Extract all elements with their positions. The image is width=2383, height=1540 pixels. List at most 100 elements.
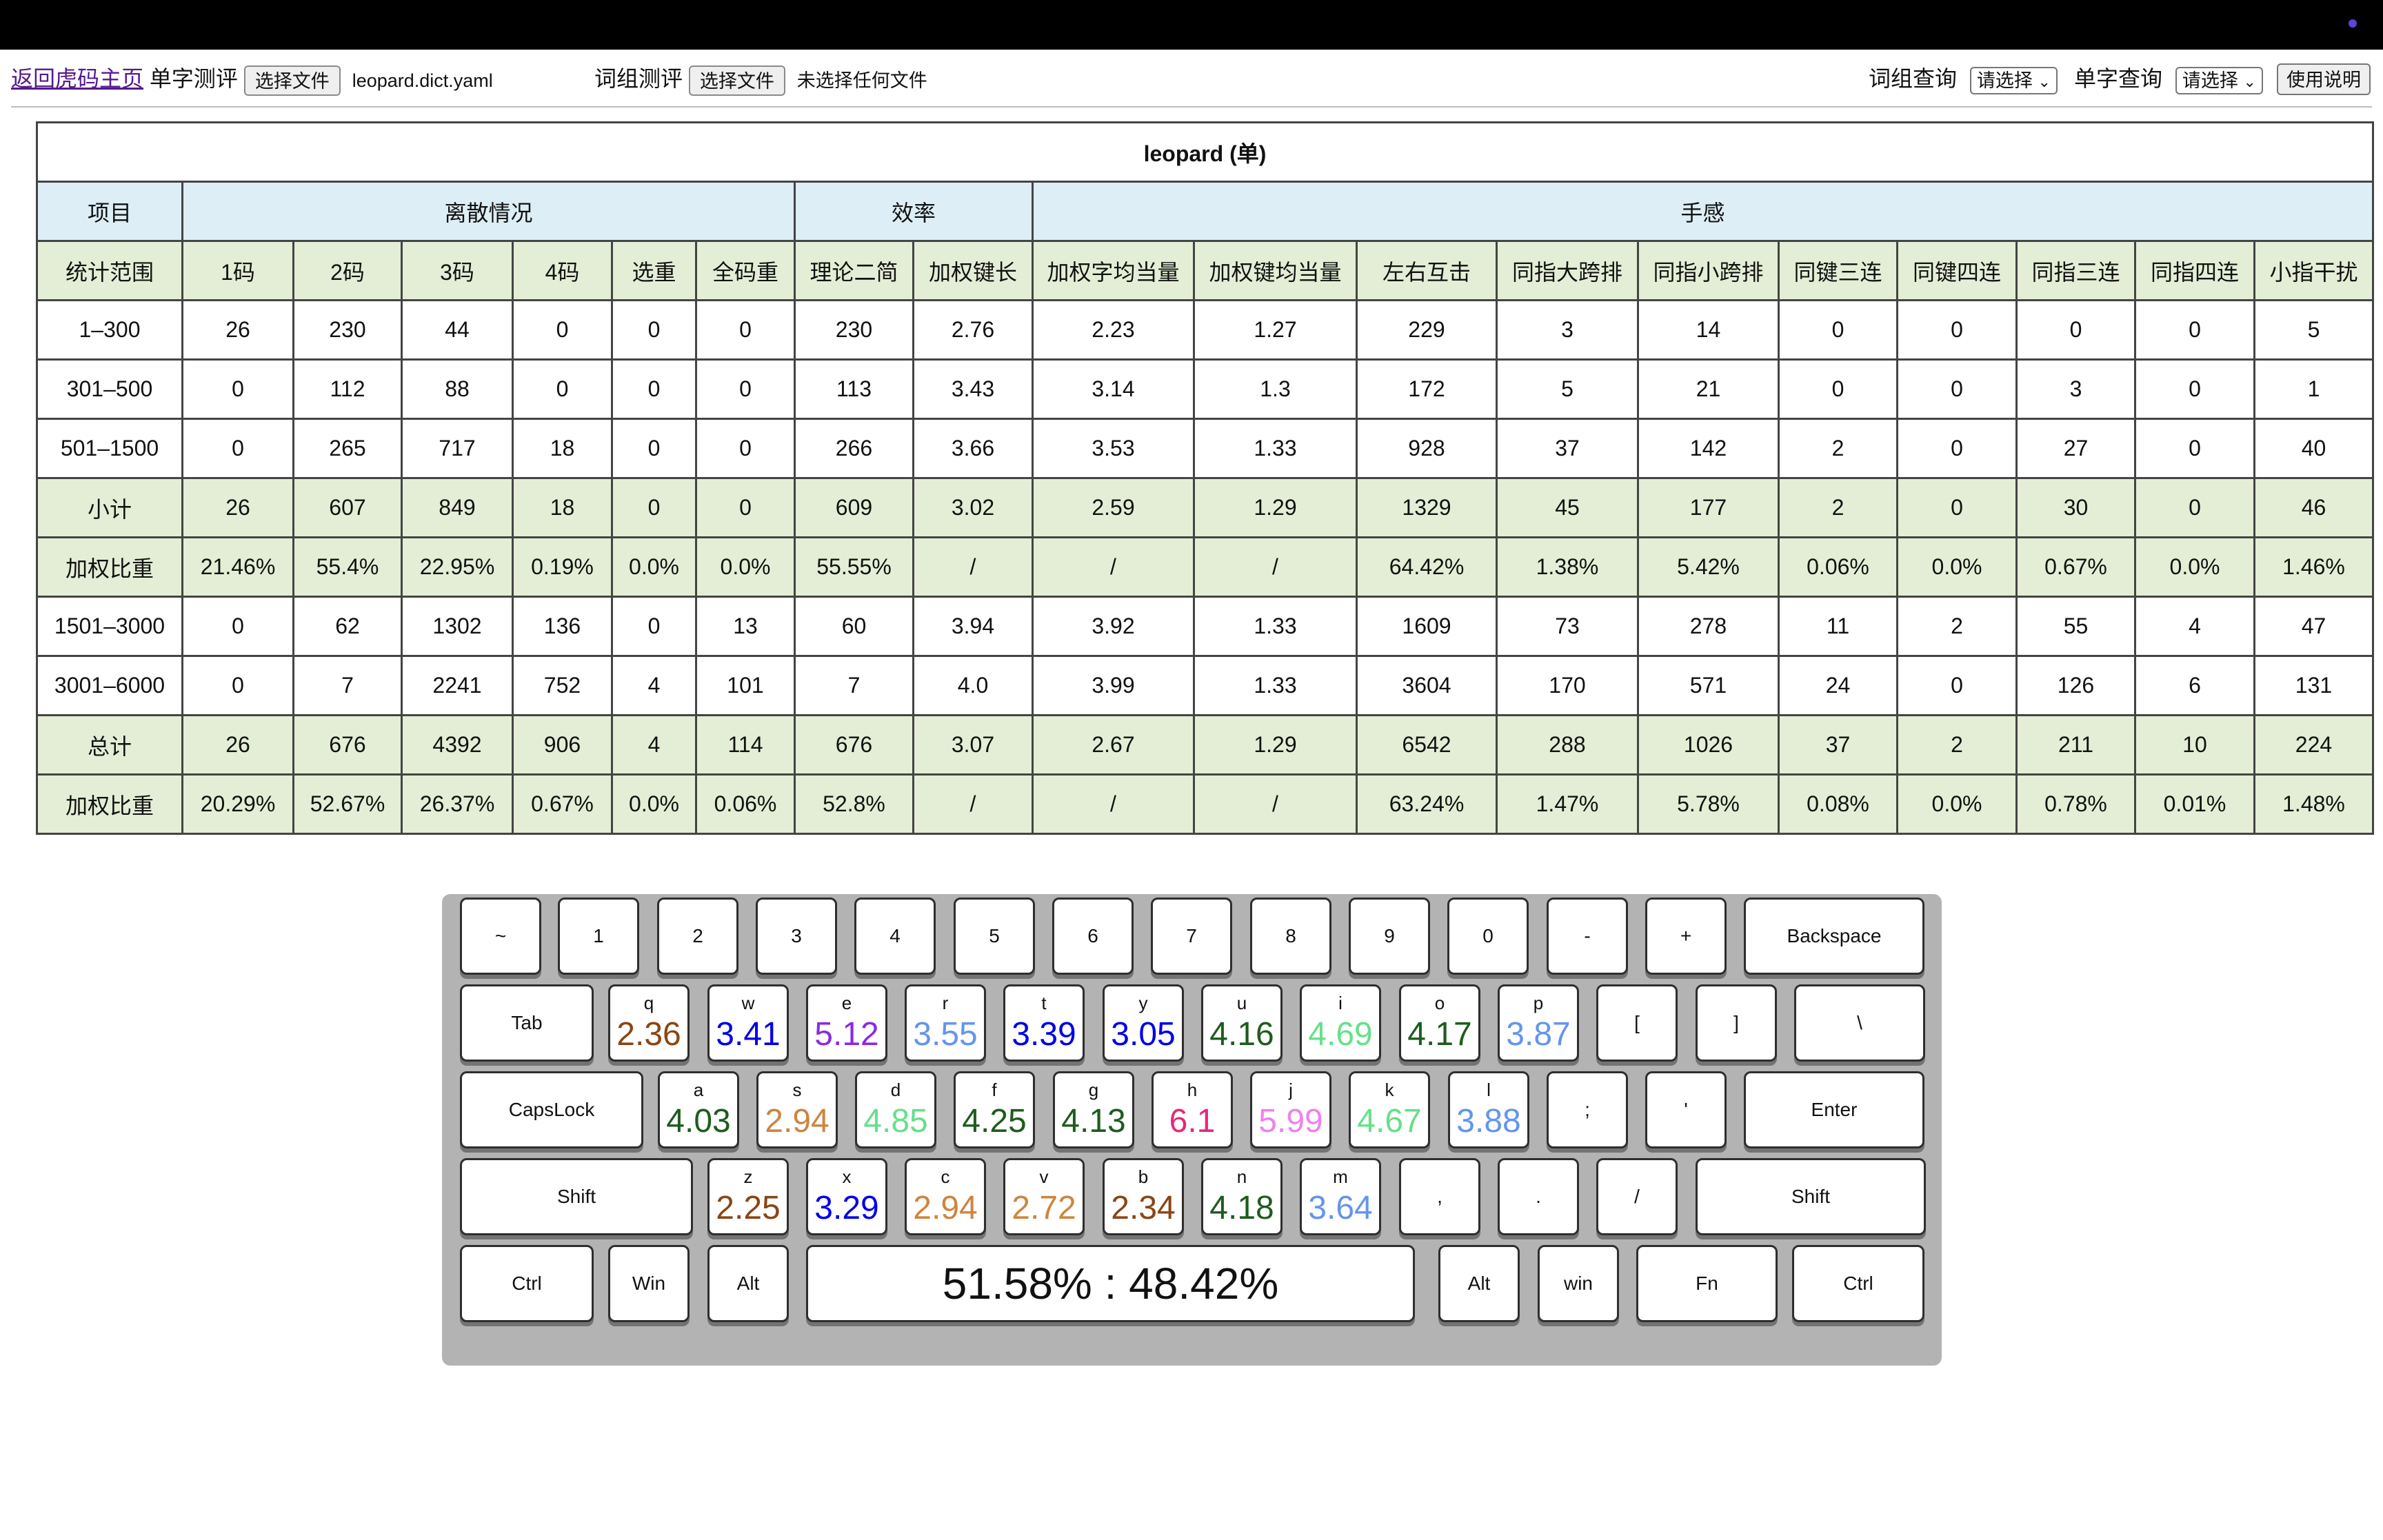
key-equivalent-value: 3.29 (814, 1190, 879, 1226)
column-header: 加权键长 (912, 240, 1034, 301)
key-label: Enter (1811, 1099, 1858, 1120)
key-equivalent-value: 2.94 (765, 1103, 829, 1139)
single-query-select[interactable]: 请选择 ⌄ (2175, 66, 2263, 94)
key-letter: w (741, 993, 755, 1013)
key-label: Fn (1696, 1273, 1718, 1294)
table-cell: 229 (1356, 299, 1498, 361)
single-choose-file-button[interactable]: 选择文件 (243, 65, 341, 96)
help-button[interactable]: 使用说明 (2277, 63, 2371, 95)
table-cell: 1026 (1637, 714, 1780, 776)
phrase-query-select[interactable]: 请选择 ⌄ (1969, 66, 2058, 94)
table-cell: 6 (2134, 655, 2255, 716)
table-cell: 1.33 (1193, 418, 1358, 479)
key-letter: p (1533, 993, 1544, 1013)
key-equivalent-value: 4.16 (1209, 1016, 1274, 1053)
key-label: Alt (736, 1273, 760, 1294)
stats-table: leopard (单) 项目 离散情况 效率 手感 统计范围 1码 2码 3码 4码 选重 全码重 理论… (36, 121, 2374, 835)
key-e: e 5.12 (806, 984, 887, 1062)
key-label-: \ (1794, 984, 1925, 1062)
table-cell: 3.02 (912, 477, 1034, 538)
key-label-: [ (1596, 984, 1678, 1062)
key-label: 3 (791, 925, 802, 946)
phrase-choose-file-button[interactable]: 选择文件 (688, 65, 785, 96)
key-space-hand-ratio: 51.58% : 48.42% (806, 1245, 1415, 1322)
table-cell: 265 (292, 418, 403, 479)
table-cell: 0 (611, 477, 697, 538)
table-cell: 3.07 (912, 714, 1034, 776)
table-cell: 7 (292, 655, 403, 716)
key-label-ctrl: Ctrl (460, 1245, 594, 1322)
row-label: 301–500 (36, 358, 183, 420)
key-label: Alt (1467, 1273, 1491, 1294)
key-letter: n (1236, 1166, 1247, 1187)
table-cell: 1.47% (1496, 773, 1639, 835)
key-label-enter: Enter (1744, 1071, 1924, 1148)
table-cell: 2 (1778, 477, 1898, 538)
back-home-link[interactable]: 返回虎码主页 (11, 66, 143, 91)
key-label: 5 (989, 925, 1000, 946)
key-q: q 2.36 (608, 984, 690, 1062)
key-equivalent-value: 3.05 (1111, 1016, 1176, 1053)
table-cell: 0 (512, 299, 613, 361)
key-letter: i (1338, 993, 1343, 1013)
table-cell: 266 (794, 418, 914, 479)
key-t: t 3.39 (1003, 984, 1085, 1062)
table-cell: 30 (2015, 477, 2136, 538)
table-cell: 4.0 (912, 655, 1034, 716)
table-row: 加权比重 21.46% 55.4% 22.95% 0.19% 0.0% 0.0% 55.55%… (36, 536, 2374, 598)
key-label-8: 8 (1250, 898, 1331, 975)
key-n: n 4.18 (1201, 1158, 1283, 1235)
key-label-9: 9 (1349, 898, 1430, 975)
table-cell: 0 (1896, 655, 2018, 716)
table-cell: 2 (1778, 418, 1898, 479)
key-letter: c (941, 1166, 950, 1187)
key-h: h 6.1 (1152, 1071, 1233, 1148)
table-title: leopard (单) (36, 121, 2374, 183)
key-equivalent-value: 6.1 (1169, 1103, 1216, 1139)
table-cell: 0.0% (1896, 773, 2018, 835)
table-cell: 0.0% (695, 536, 796, 598)
row-label: 1–300 (36, 299, 183, 361)
table-cell: 88 (401, 358, 514, 420)
table-cell: 2.23 (1032, 299, 1195, 361)
column-header: 同指四连 (2134, 240, 2255, 301)
table-cell: 2 (1896, 714, 2018, 776)
table-cell: 0 (695, 299, 796, 361)
group-header: 手感 (1032, 181, 2374, 242)
table-cell: 906 (512, 714, 613, 776)
key-equivalent-value: 3.87 (1506, 1016, 1571, 1053)
key-b: b 2.34 (1103, 1158, 1184, 1235)
table-cell: 44 (401, 299, 514, 361)
table-cell: 0.08% (1778, 773, 1898, 835)
table-cell: 0 (1896, 299, 2018, 361)
key-letter: f (992, 1080, 997, 1100)
browser-top-bar (0, 0, 2383, 50)
key-label: 2 (692, 925, 703, 946)
key-equivalent-value: 4.18 (1209, 1190, 1274, 1226)
table-row: 总计 26 676 4392 906 4 114 676 3.07 2.67 1.29 6542 288… (36, 714, 2374, 776)
column-header: 选重 (611, 240, 697, 301)
key-label-3: 3 (756, 898, 837, 975)
table-cell: 0 (181, 358, 294, 420)
phrase-file-name: 未选择任何文件 (796, 70, 927, 91)
table-cell: 288 (1496, 714, 1639, 776)
key-label: 7 (1186, 925, 1197, 946)
table-cell: 230 (794, 299, 914, 361)
key-label: Shift (556, 1186, 596, 1207)
table-cell: 2.59 (1032, 477, 1195, 538)
table-cell: 18 (512, 418, 613, 479)
key-label-1: 1 (558, 898, 639, 975)
column-header: 左右互击 (1356, 240, 1498, 301)
key-equivalent-value: 2.94 (913, 1190, 978, 1226)
key-letter: e (841, 993, 852, 1013)
table-cell: 211 (2015, 714, 2136, 776)
table-cell: 278 (1637, 596, 1780, 657)
key-letter: q (643, 993, 654, 1013)
table-cell: 717 (401, 418, 514, 479)
column-header: 小指干扰 (2253, 240, 2374, 301)
key-label: \ (1857, 1012, 1862, 1033)
key-label: / (1634, 1186, 1640, 1207)
table-cell: 26.37% (401, 773, 514, 835)
key-label-: ' (1645, 1071, 1727, 1148)
table-cell: 3 (2015, 358, 2136, 420)
